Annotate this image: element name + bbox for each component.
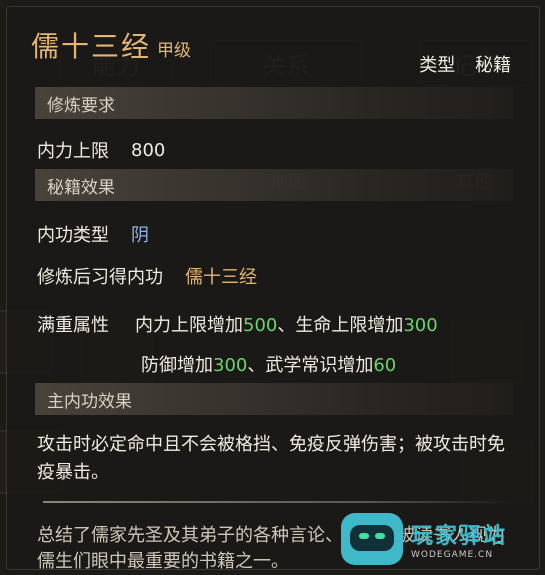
- attr-neili-label: 内力上限增加: [135, 315, 243, 336]
- full-attr-label-row: 满重属性: [37, 311, 109, 337]
- site-watermark: 玩家驿站 WODEGAME.CN: [341, 511, 541, 567]
- full-attr-line-1: 内力上限增加500、生命上限增加300: [135, 311, 438, 337]
- section-effect: 秘籍效果: [35, 169, 513, 201]
- divider: [43, 501, 507, 503]
- learned-row: 修炼后习得内功 儒十三经: [37, 263, 257, 289]
- neigong-type-label: 内功类型: [37, 225, 109, 246]
- main-effect-text: 攻击时必定命中且不会被格挡、免疫反弹伤害；被攻击时免疫暴击。: [37, 434, 505, 483]
- attr-hp-label: 生命上限增加: [295, 315, 404, 336]
- item-grade: 甲级: [157, 41, 192, 61]
- requirement-value: 800: [131, 139, 166, 161]
- neigong-type-value: 阴: [131, 225, 149, 246]
- attr-martial-label: 武学常识增加: [265, 355, 374, 376]
- type-label: 类型: [419, 55, 456, 76]
- type-value: 秘籍: [475, 55, 511, 76]
- attr-hp-value: 300: [403, 315, 438, 336]
- attr-separator: 、: [277, 315, 296, 336]
- attr-separator: 、: [247, 355, 266, 376]
- attr-defense-value: 300: [213, 355, 248, 376]
- attr-martial-value: 60: [373, 355, 397, 376]
- robot-logo-icon: [341, 513, 403, 565]
- section-main-effect: 主内功效果: [35, 383, 513, 415]
- attr-defense-label: 防御增加: [141, 355, 213, 376]
- item-title-row: 儒十三经 甲级: [31, 25, 191, 65]
- full-attr-line-2: 防御增加300、武学常识增加60: [141, 351, 396, 377]
- section-requirement: 修炼要求: [35, 87, 513, 119]
- item-detail-panel: 儒十三经 甲级 类型 秘籍 修炼要求 内力上限 800 秘籍效果 内功类型 阴 …: [6, 6, 540, 572]
- watermark-cn: 玩家驿站: [411, 524, 508, 549]
- requirement-row: 内力上限 800: [37, 137, 165, 163]
- item-type-row: 类型 秘籍: [419, 51, 511, 77]
- neigong-type-row: 内功类型 阴: [37, 221, 149, 247]
- learned-label: 修炼后习得内功: [37, 267, 163, 288]
- item-title: 儒十三经: [31, 30, 152, 63]
- attr-neili-value: 500: [243, 315, 278, 336]
- learned-value: 儒十三经: [185, 267, 257, 288]
- full-attr-label: 满重属性: [37, 315, 109, 336]
- requirement-label: 内力上限: [37, 141, 109, 162]
- watermark-en: WODEGAME.CN: [411, 550, 494, 560]
